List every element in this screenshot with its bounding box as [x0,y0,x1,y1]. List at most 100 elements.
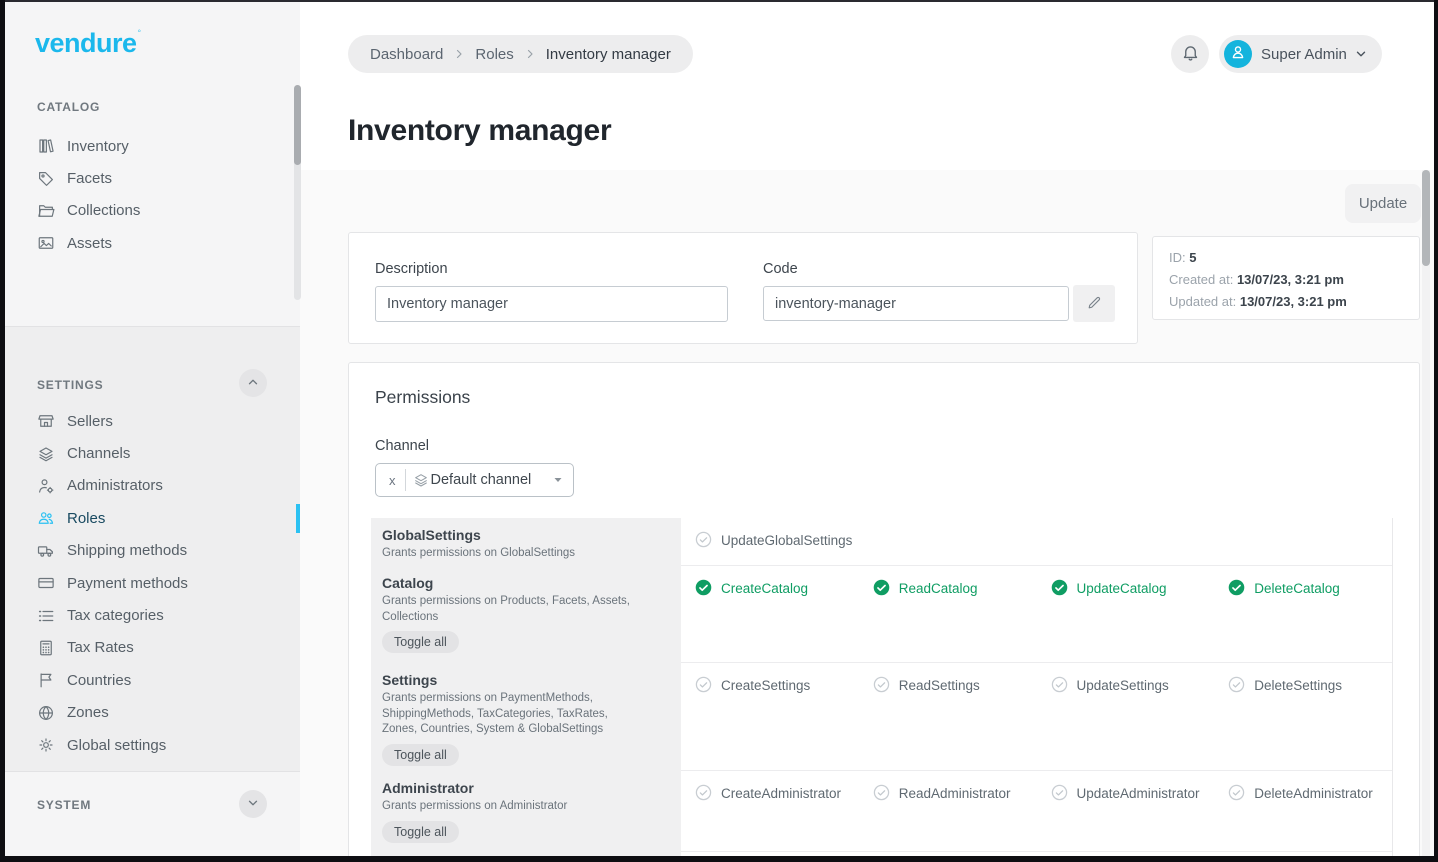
tag-icon [37,170,55,188]
sidebar-item-tax-categories[interactable]: Tax categories [5,599,300,631]
toggle-all-button[interactable]: Toggle all [382,821,459,843]
chevron-down-icon [1354,47,1368,61]
sidebar-item-label: Global settings [67,737,166,754]
sidebar-item-label: Tax categories [67,607,164,624]
breadcrumb-item-dashboard[interactable]: Dashboard [370,46,443,63]
sidebar-item-label: Roles [67,510,105,527]
toggle-all-button[interactable]: Toggle all [382,631,459,653]
page-title: Inventory manager [348,114,611,148]
sidebar-item-payment-methods[interactable]: Payment methods [5,567,300,599]
check-circle-unchecked-icon [873,676,890,693]
system-expand-button[interactable] [239,790,267,818]
permission-group-description: Grants permissions on Products, Facets, … [382,594,641,625]
empty-cell [1214,518,1392,565]
description-input[interactable] [375,286,728,322]
image-icon [37,234,55,252]
breadcrumb-item-roles[interactable]: Roles [475,46,513,63]
sidebar-item-collections[interactable]: Collections [5,195,300,227]
sidebar-item-label: Tax Rates [67,639,134,656]
permission-label: ReadAdministrator [899,786,1011,801]
chevron-up-icon [246,375,260,392]
page-scrollbar-track[interactable] [1422,170,1430,856]
permission-row-Settings: SettingsGrants permissions on PaymentMet… [371,663,1392,771]
permission-group-name: Catalog [382,575,641,591]
check-circle-checked-icon [695,579,712,596]
sidebar-item-tax-rates[interactable]: Tax Rates [5,632,300,664]
clear-channel-icon[interactable]: x [385,473,400,488]
sidebar-item-zones[interactable]: Zones [5,697,300,729]
folder-icon [37,202,55,220]
chevron-right-icon [453,48,465,60]
section-heading-catalog: CATALOG [5,100,300,114]
sidebar-item-label: Collections [67,202,140,219]
gear-icon [37,736,55,754]
sidebar-item-shipping-methods[interactable]: Shipping methods [5,535,300,567]
sidebar-item-countries[interactable]: Countries [5,664,300,696]
sidebar-item-channels[interactable]: Channels [5,437,300,469]
check-circle-unchecked-icon [1228,676,1245,693]
toggle-all-button[interactable]: Toggle all [382,744,459,766]
window-frame-top [0,0,1438,2]
channel-select[interactable]: x Default channel [375,463,574,497]
sidebar-item-assets[interactable]: Assets [5,227,300,259]
permission-checkbox-CreateSettings[interactable]: CreateSettings [681,663,859,770]
chevron-down-icon [246,796,260,813]
permission-checkbox-UpdateCatalog[interactable]: UpdateCatalog [1037,566,1215,662]
user-icon [1229,43,1247,66]
chip-divider [405,469,406,491]
sidebar-item-inventory[interactable]: Inventory [5,130,300,162]
permission-checkbox-ReadSettings[interactable]: ReadSettings [859,663,1037,770]
permission-group-Catalog: Catalog Grants permissions on Products, F… [371,566,681,663]
window-frame-left [0,0,5,862]
sidebar-item-label: Zones [67,704,109,721]
permission-checkbox-ReadAdministrator[interactable]: ReadAdministrator [859,771,1037,851]
permission-group-description: Grants permissions on Administrator [382,799,641,815]
window-frame-right [1434,0,1438,862]
permission-checkbox-CreateCatalog[interactable]: CreateCatalog [681,566,859,662]
settings-collapse-button[interactable] [239,369,267,397]
permission-group-Administrator: AdministratorGrants permissions on Admin… [371,771,681,852]
sidebar: vendure◦ CATALOG InventoryFacets Collecti… [5,0,300,862]
permission-checkbox-DeleteAdministrator[interactable]: DeleteAdministrator [1214,771,1392,851]
permission-label: CreateAdministrator [721,786,841,801]
permission-checkbox-UpdateGlobalSettings[interactable]: UpdateGlobalSettings [681,518,859,565]
user-menu-button[interactable]: Super Admin [1219,35,1382,73]
permission-label: UpdateGlobalSettings [721,533,852,548]
sidebar-scrollbar-thumb[interactable] [294,85,301,165]
empty-cell [859,518,1037,565]
trademark-mark: ◦ [138,26,141,37]
permission-checkbox-ReadCatalog[interactable]: ReadCatalog [859,566,1037,662]
edit-code-button[interactable] [1073,285,1115,322]
permission-checkbox-UpdateSettings[interactable]: UpdateSettings [1037,663,1215,770]
sidebar-item-global-settings[interactable]: Global settings [5,729,300,761]
globe-icon [37,704,55,722]
code-label: Code [763,261,798,277]
page-scrollbar-thumb[interactable] [1422,170,1430,266]
sidebar-item-administrators[interactable]: Administrators [5,470,300,502]
permission-checkbox-DeleteSettings[interactable]: DeleteSettings [1214,663,1392,770]
pencil-icon [1086,294,1103,314]
sidebar-item-label: Sellers [67,413,113,430]
notifications-button[interactable] [1171,35,1209,73]
main-area: Dashboard Roles Inventory manager Super Ad… [300,0,1434,862]
sidebar-section-system: SYSTEM [5,782,300,842]
permission-checkbox-UpdateAdministrator[interactable]: UpdateAdministrator [1037,771,1215,851]
update-button[interactable]: Update [1345,184,1421,223]
check-circle-unchecked-icon [695,531,712,548]
sidebar-item-sellers[interactable]: Sellers [5,405,300,437]
code-input[interactable] [763,286,1069,321]
check-circle-unchecked-icon [1051,676,1068,693]
layers-icon [37,445,55,463]
permission-checkbox-DeleteCatalog[interactable]: DeleteCatalog [1214,566,1392,662]
sidebar-item-roles[interactable]: Roles [5,502,300,534]
sidebar-item-label: Assets [67,235,112,252]
vendure-logo[interactable]: vendure◦ [35,26,141,59]
sidebar-item-facets[interactable]: Facets [5,162,300,194]
check-circle-unchecked-icon [695,676,712,693]
permission-checkbox-CreateAdministrator[interactable]: CreateAdministrator [681,771,859,851]
sidebar-section-settings: SETTINGS SellersChannelsAdministratorsRo… [5,326,300,772]
bell-icon [1181,43,1200,65]
permission-row-GlobalSettings: GlobalSettingsGrants permissions on Glob… [371,518,1392,566]
description-label: Description [375,261,448,277]
flag-icon [37,671,55,689]
